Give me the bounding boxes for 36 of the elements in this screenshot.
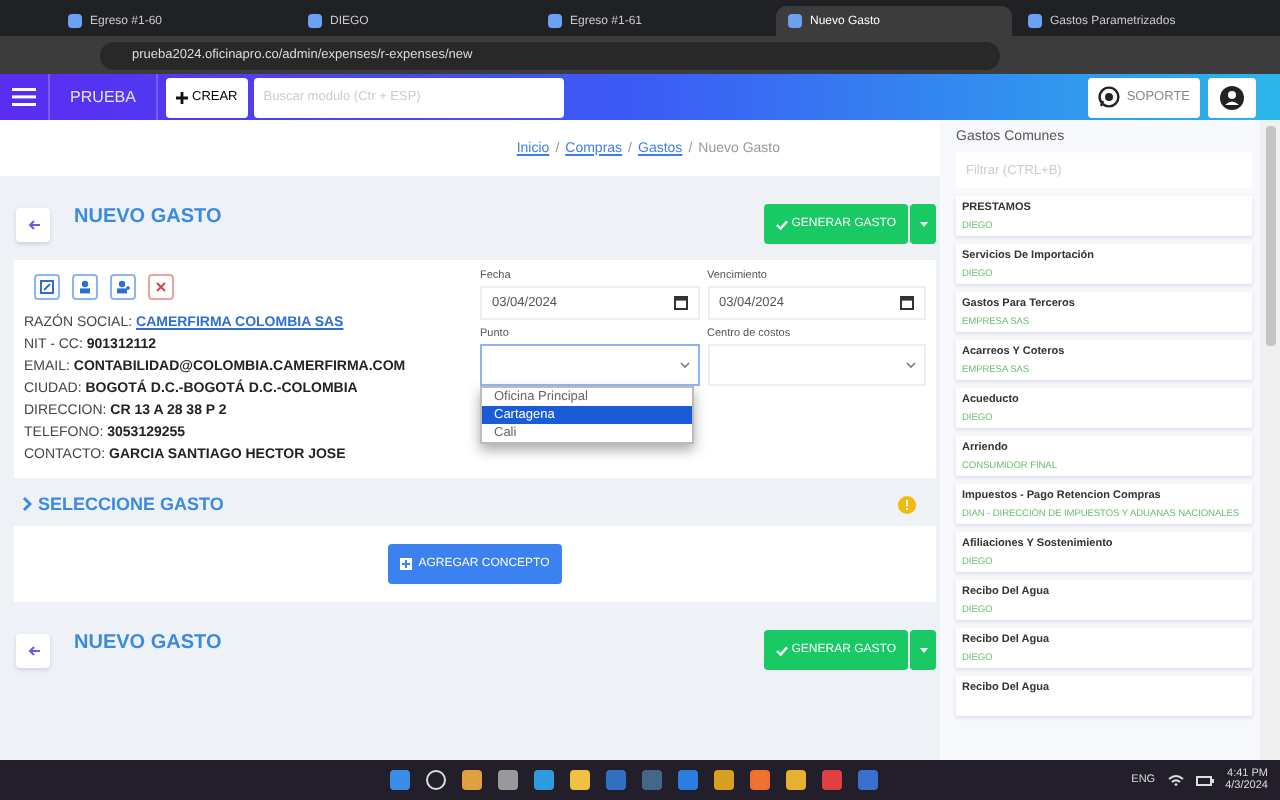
delete-button[interactable] [148, 274, 174, 300]
edit-button[interactable] [34, 274, 60, 300]
user-plus-icon [116, 280, 130, 294]
plus-icon [176, 91, 188, 103]
page-title: NUEVO GASTO [74, 631, 224, 653]
scrollbar[interactable] [1260, 120, 1280, 760]
edit-icon [40, 280, 54, 294]
info-icon [898, 495, 916, 513]
back-button[interactable] [16, 207, 50, 241]
section-title: SELECCIONE GASTO [38, 494, 224, 514]
chevron-down-icon [679, 362, 689, 368]
check-icon [775, 219, 788, 229]
dropdown-toggle[interactable] [910, 630, 936, 670]
calendar-icon [900, 296, 914, 310]
check-icon [775, 645, 788, 655]
plus-square-icon [400, 558, 413, 570]
page-title: NUEVO GASTO [74, 205, 224, 227]
arrow-left-icon [27, 645, 39, 655]
add-user-button[interactable] [110, 274, 136, 300]
arrow-left-icon [27, 219, 39, 229]
close-icon [154, 280, 168, 294]
select-field[interactable] [480, 344, 699, 386]
caret-icon [919, 221, 927, 227]
dropdown-toggle[interactable] [910, 204, 936, 244]
chat-icon [1098, 86, 1121, 108]
user-icon [1220, 85, 1244, 109]
chevron-down-icon [906, 362, 916, 368]
user-button[interactable] [1208, 77, 1256, 117]
chevron-right-icon [22, 496, 32, 512]
user-icon [78, 280, 92, 294]
back-button[interactable] [16, 633, 50, 667]
menu-icon[interactable] [12, 88, 36, 106]
wifi-icon [1167, 774, 1184, 786]
calendar-icon [673, 296, 687, 310]
caret-icon [919, 647, 927, 653]
battery-icon [1195, 775, 1214, 785]
